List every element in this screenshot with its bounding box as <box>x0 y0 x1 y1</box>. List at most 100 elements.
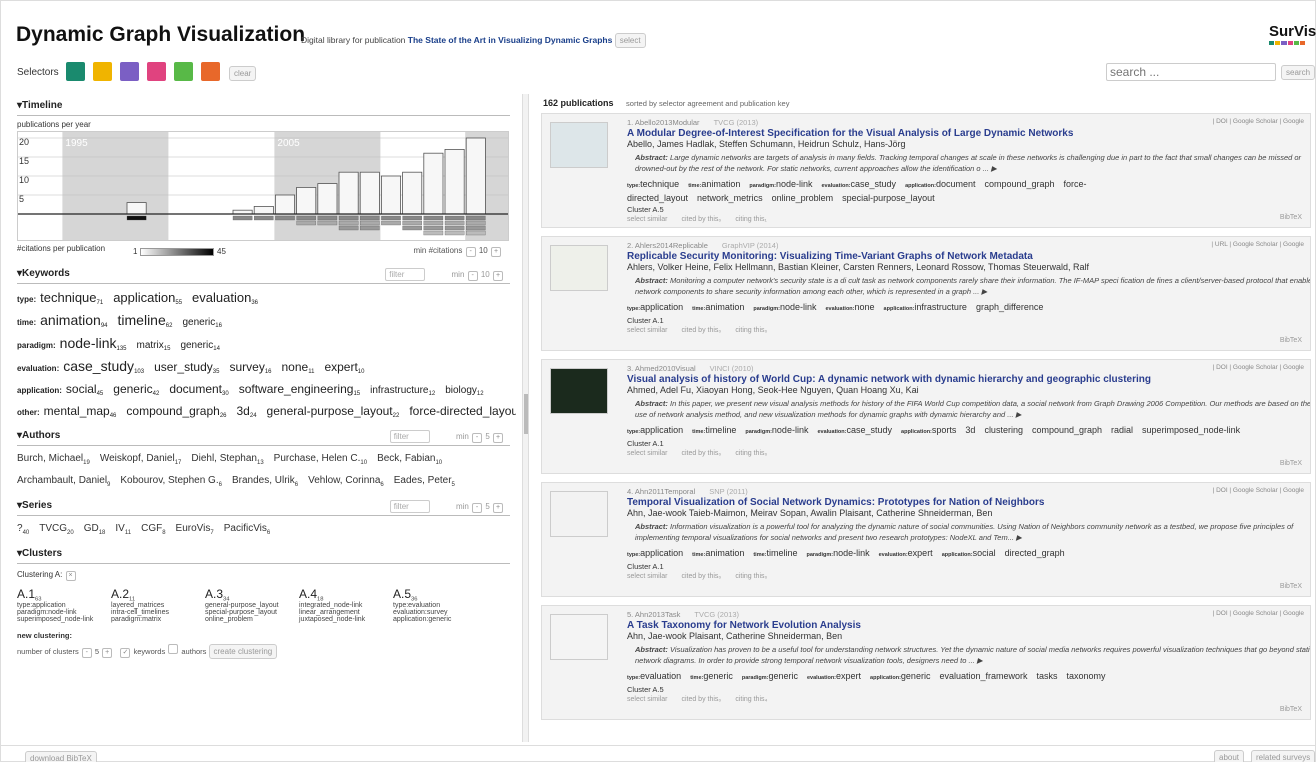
publication-action[interactable]: select similar <box>627 696 667 703</box>
publication-thumbnail[interactable] <box>550 122 608 168</box>
publication-keyword[interactable]: evaluation:case_study <box>817 425 892 435</box>
series-filter[interactable]: filter <box>389 500 430 513</box>
authors-header[interactable]: ▾Authors filter min - 5 + <box>17 428 510 446</box>
author-tag[interactable]: Archambault, Daniel9 <box>17 475 110 488</box>
publication-keyword[interactable]: type:technique <box>627 179 679 189</box>
timeline-chart[interactable]: 20151051995200020052010201 <box>17 131 509 241</box>
publication-entry[interactable]: | DOI | Google Scholar | Google 4. Ahn201… <box>541 482 1311 597</box>
publication-keyword[interactable]: type:evaluation <box>627 671 681 681</box>
series-header[interactable]: ▾Series filter min - 5 + <box>17 498 510 516</box>
publication-keyword[interactable]: radial <box>1111 425 1133 435</box>
author-tag[interactable]: Kobourov, Stephen G.6 <box>120 475 222 488</box>
publication-thumbnail[interactable] <box>550 368 608 414</box>
keyword-tag[interactable]: social45 <box>66 382 103 397</box>
timeline-bar[interactable] <box>423 152 444 215</box>
num-clusters-decrease[interactable]: - <box>81 648 92 659</box>
publication-keyword[interactable]: tasks <box>1037 671 1058 681</box>
keywords-header[interactable]: ▾Keywords filter min - 10 + <box>17 266 510 284</box>
bibtex-link[interactable]: BibTeX <box>1280 706 1302 713</box>
publication-thumbnail[interactable] <box>550 491 608 537</box>
publication-keyword[interactable]: clustering <box>984 425 1023 435</box>
publication-action[interactable]: cited by this₀ <box>681 216 721 223</box>
publication-keyword[interactable]: time:timeline <box>692 425 736 435</box>
keyword-tag[interactable]: technique71 <box>40 290 103 306</box>
author-tag[interactable]: Beck, Fabian10 <box>377 453 442 466</box>
publication-keyword[interactable]: paradigm:node-link <box>745 425 808 435</box>
bibtex-link[interactable]: BibTeX <box>1280 583 1302 590</box>
publication-action[interactable]: select similar <box>627 327 667 334</box>
keyword-tag[interactable]: survey16 <box>229 360 271 375</box>
publication-entry[interactable]: | DOI | Google Scholar | Google 5. Ahn201… <box>541 605 1311 720</box>
publication-thumbnail[interactable] <box>550 245 608 291</box>
publication-keyword[interactable]: compound_graph <box>984 179 1054 189</box>
publication-keyword[interactable]: evaluation:none <box>825 302 874 312</box>
publication-keyword[interactable]: application:sports <box>901 425 956 435</box>
publication-action[interactable]: citing this₀ <box>735 450 767 457</box>
keyword-tag[interactable]: evaluation36 <box>192 290 258 306</box>
publication-keyword[interactable]: type:application <box>627 548 683 558</box>
selector-6[interactable] <box>201 62 220 81</box>
publication-keyword[interactable]: evaluation_framework <box>939 671 1027 681</box>
keyword-tag[interactable]: expert10 <box>324 360 364 375</box>
download-bibtex-button[interactable]: download BibTeX <box>25 751 97 762</box>
author-tag[interactable]: Brandes, Ulrik6 <box>232 475 298 488</box>
publication-keyword[interactable]: time:generic <box>690 671 733 681</box>
publication-action[interactable]: citing this₁ <box>735 216 767 223</box>
publication-title[interactable]: A Modular Degree-of-Interest Specificati… <box>627 128 1310 139</box>
search-input[interactable] <box>1106 63 1276 81</box>
keywords-checkbox[interactable]: ✓ <box>120 648 131 659</box>
cluster-a-5[interactable]: A.536 type:evaluation evaluation:survey app… <box>393 587 473 623</box>
selector-5[interactable] <box>174 62 193 81</box>
keyword-tag[interactable]: node-link135 <box>60 335 127 352</box>
create-clustering-button[interactable]: create clustering <box>208 644 278 660</box>
remove-clustering-icon[interactable]: × <box>65 571 76 581</box>
series-tag[interactable]: PacificVis6 <box>224 523 271 536</box>
selector-3[interactable] <box>120 62 139 81</box>
keyword-tag[interactable]: none11 <box>282 360 315 375</box>
timeline-bar[interactable] <box>380 175 401 215</box>
keywords-filter[interactable]: filter <box>385 268 426 281</box>
publication-action[interactable]: select similar <box>627 573 667 580</box>
publication-keyword[interactable]: type:application <box>627 425 683 435</box>
publication-link[interactable]: The State of the Art in Visualizing Dyna… <box>408 35 613 45</box>
publication-keyword[interactable]: paradigm:node-link <box>807 548 870 558</box>
keyword-tag[interactable]: matrix15 <box>137 340 171 352</box>
select-publication-button[interactable]: select <box>614 33 646 48</box>
publication-action[interactable]: select similar <box>627 450 667 457</box>
min-citations-increase[interactable]: + <box>491 247 501 257</box>
publication-keyword[interactable]: graph_difference <box>976 302 1043 312</box>
keyword-tag[interactable]: biology12 <box>445 385 483 397</box>
publication-keyword[interactable]: time:animation <box>688 179 740 189</box>
publication-action[interactable]: citing this₀ <box>735 327 767 334</box>
clusters-header[interactable]: ▾Clusters <box>17 546 510 564</box>
timeline-bar[interactable] <box>126 202 147 215</box>
publication-action[interactable]: cited by this₀ <box>681 573 721 580</box>
keyword-tag[interactable]: application55 <box>113 290 182 306</box>
publication-action[interactable]: citing this₀ <box>735 573 767 580</box>
publication-keyword[interactable]: application:generic <box>870 671 930 681</box>
keyword-tag[interactable]: case_study103 <box>63 358 144 375</box>
publication-keyword[interactable]: time:animation <box>692 302 744 312</box>
publication-keyword[interactable]: time:timeline <box>753 548 797 558</box>
keyword-tag[interactable]: software_engineering15 <box>239 382 360 397</box>
publication-keyword[interactable]: paradigm:node-link <box>753 302 816 312</box>
publication-keyword[interactable]: superimposed_node-link <box>1142 425 1240 435</box>
publication-entry[interactable]: | URL | Google Scholar | Google 2. Ahlers… <box>541 236 1311 351</box>
author-tag[interactable]: Burch, Michael19 <box>17 453 90 466</box>
keyword-tag[interactable]: compound_graph26 <box>126 404 226 419</box>
publication-title[interactable]: Temporal Visualization of Social Network… <box>627 497 1310 508</box>
publication-keyword[interactable]: time:animation <box>692 548 744 558</box>
cluster-a-3[interactable]: A.334 general-purpose_layout special-purpo… <box>205 587 285 623</box>
authors-filter[interactable]: filter <box>389 430 430 443</box>
keyword-tag[interactable]: timeline62 <box>118 312 173 329</box>
keyword-tag[interactable]: animation94 <box>40 312 107 329</box>
publication-keyword[interactable]: directed_graph <box>1005 548 1065 558</box>
timeline-bar[interactable] <box>317 183 338 215</box>
publication-title[interactable]: A Task Taxonomy for Network Evolution An… <box>627 620 1310 631</box>
keyword-tag[interactable]: document30 <box>169 382 228 397</box>
publication-keyword[interactable]: type:application <box>627 302 683 312</box>
keyword-tag[interactable]: infrastructure12 <box>370 385 435 397</box>
publication-title[interactable]: Replicable Security Monitoring: Visualiz… <box>627 251 1310 262</box>
publication-keyword[interactable]: compound_graph <box>1032 425 1102 435</box>
keyword-tag[interactable]: generic16 <box>182 317 222 329</box>
